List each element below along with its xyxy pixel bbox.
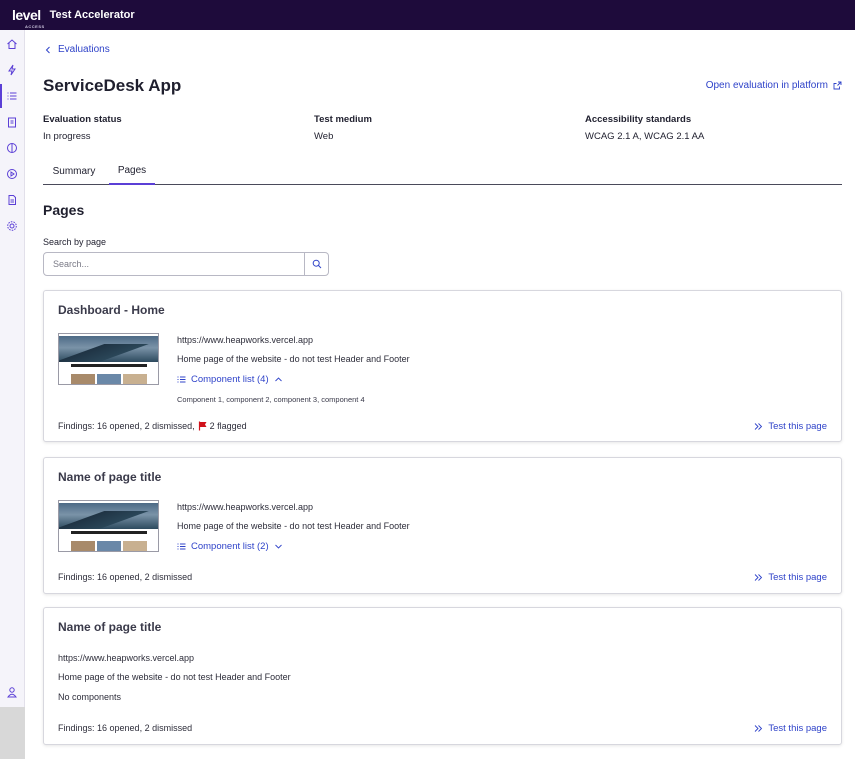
breadcrumb-evaluations-link[interactable]: Evaluations <box>58 44 110 55</box>
play-icon[interactable] <box>6 168 18 180</box>
evaluation-status-label: Evaluation status <box>43 114 122 125</box>
page-card-title: Dashboard - Home <box>58 303 165 317</box>
tab-bar: Summary Pages <box>43 157 842 185</box>
open-evaluation-label: Open evaluation in platform <box>705 80 828 91</box>
globe-icon[interactable] <box>6 142 18 154</box>
page-url: https://www.heapworks.vercel.app <box>58 653 195 663</box>
test-medium-label: Test medium <box>314 114 372 125</box>
evaluation-status: Evaluation status In progress <box>43 114 122 142</box>
test-medium-value: Web <box>314 131 334 142</box>
evaluation-status-value: In progress <box>43 131 91 142</box>
accessibility-standards-label: Accessibility standards <box>585 114 692 125</box>
findings-text: Findings: 16 opened, 2 dismissed <box>58 723 193 733</box>
page-url: https://www.heapworks.vercel.app <box>177 335 314 345</box>
component-list-toggle[interactable]: Component list (2) <box>177 541 283 552</box>
logo[interactable]: level ACCESS <box>12 8 44 29</box>
home-icon[interactable] <box>6 38 18 50</box>
test-page-label: Test this page <box>768 723 827 734</box>
open-evaluation-link[interactable]: Open evaluation in platform <box>706 80 842 91</box>
test-medium: Test medium Web <box>314 114 372 142</box>
breadcrumb[interactable]: Evaluations <box>44 44 110 55</box>
bolt-icon[interactable] <box>6 64 18 76</box>
sidebar-active-indicator <box>0 84 2 108</box>
double-chevron-right-icon <box>755 423 763 430</box>
clipboard-icon[interactable] <box>6 116 18 128</box>
search-label: Search by page <box>43 237 107 247</box>
component-list-detail: Component 1, component 2, component 3, c… <box>177 395 365 404</box>
search-icon <box>312 259 321 269</box>
page-card: Name of page title https://www.heapworks… <box>43 607 842 745</box>
findings-summary: Findings: 16 opened, 2 dismissed, 2 flag… <box>58 421 247 431</box>
page-description: Home page of the website - do not test H… <box>177 521 410 531</box>
search-box <box>43 252 329 276</box>
test-page-link[interactable]: Test this page <box>754 572 827 583</box>
app-title: Test Accelerator <box>49 9 135 21</box>
sidebar <box>0 30 25 759</box>
list-icon <box>177 543 186 550</box>
tab-summary[interactable]: Summary <box>43 157 105 185</box>
pages-section-title: Pages <box>43 202 85 218</box>
findings-text: Findings: 16 opened, 2 dismissed <box>58 572 193 582</box>
test-page-label: Test this page <box>768 421 827 432</box>
page-description: Home page of the website - do not test H… <box>177 354 410 364</box>
double-chevron-right-icon <box>755 574 763 581</box>
accessibility-standards: Accessibility standards WCAG 2.1 A, WCAG… <box>585 114 704 142</box>
gear-icon[interactable] <box>6 220 18 232</box>
flag-icon <box>195 421 210 431</box>
page-thumbnail <box>58 333 159 385</box>
external-link-icon <box>833 81 842 90</box>
test-page-link[interactable]: Test this page <box>754 421 827 432</box>
page-url: https://www.heapworks.vercel.app <box>177 502 314 512</box>
tab-pages[interactable]: Pages <box>109 157 155 185</box>
page-thumbnail <box>58 500 159 552</box>
user-icon[interactable] <box>6 686 18 698</box>
component-list-toggle[interactable]: Component list (4) <box>177 374 283 385</box>
list-icon[interactable] <box>6 90 18 102</box>
page-description: Home page of the website - do not test H… <box>58 672 291 682</box>
search-input[interactable] <box>44 253 304 275</box>
page-card-title: Name of page title <box>58 620 162 634</box>
page-card-title: Name of page title <box>58 470 162 484</box>
double-chevron-right-icon <box>755 725 763 732</box>
findings-text: Findings: 16 opened, 2 dismissed, <box>58 421 195 431</box>
flagged-count: 2 flagged <box>209 421 247 431</box>
chevron-down-icon <box>274 544 282 549</box>
page-title: ServiceDesk App <box>43 76 182 95</box>
findings-summary: Findings: 16 opened, 2 dismissed <box>58 572 192 582</box>
top-bar: level ACCESS Test Accelerator <box>0 0 855 30</box>
component-list-label: Component list (2) <box>191 541 269 552</box>
sidebar-footer <box>0 707 25 759</box>
page-card: Dashboard - Home https://www.heapworks.v… <box>43 290 842 442</box>
accessibility-standards-value: WCAG 2.1 A, WCAG 2.1 AA <box>585 131 705 142</box>
test-page-label: Test this page <box>768 572 827 583</box>
no-components-text: No components <box>58 692 122 702</box>
page-card: Name of page title https://www.heapworks… <box>43 457 842 594</box>
component-list-label: Component list (4) <box>191 374 269 385</box>
list-icon <box>177 376 186 383</box>
document-icon[interactable] <box>6 194 18 206</box>
chevron-up-icon <box>274 377 282 382</box>
test-page-link[interactable]: Test this page <box>754 723 827 734</box>
search-button[interactable] <box>304 253 328 275</box>
logo-subtext: ACCESS <box>25 24 45 29</box>
findings-summary: Findings: 16 opened, 2 dismissed <box>58 723 192 733</box>
chevron-left-icon <box>45 46 50 53</box>
